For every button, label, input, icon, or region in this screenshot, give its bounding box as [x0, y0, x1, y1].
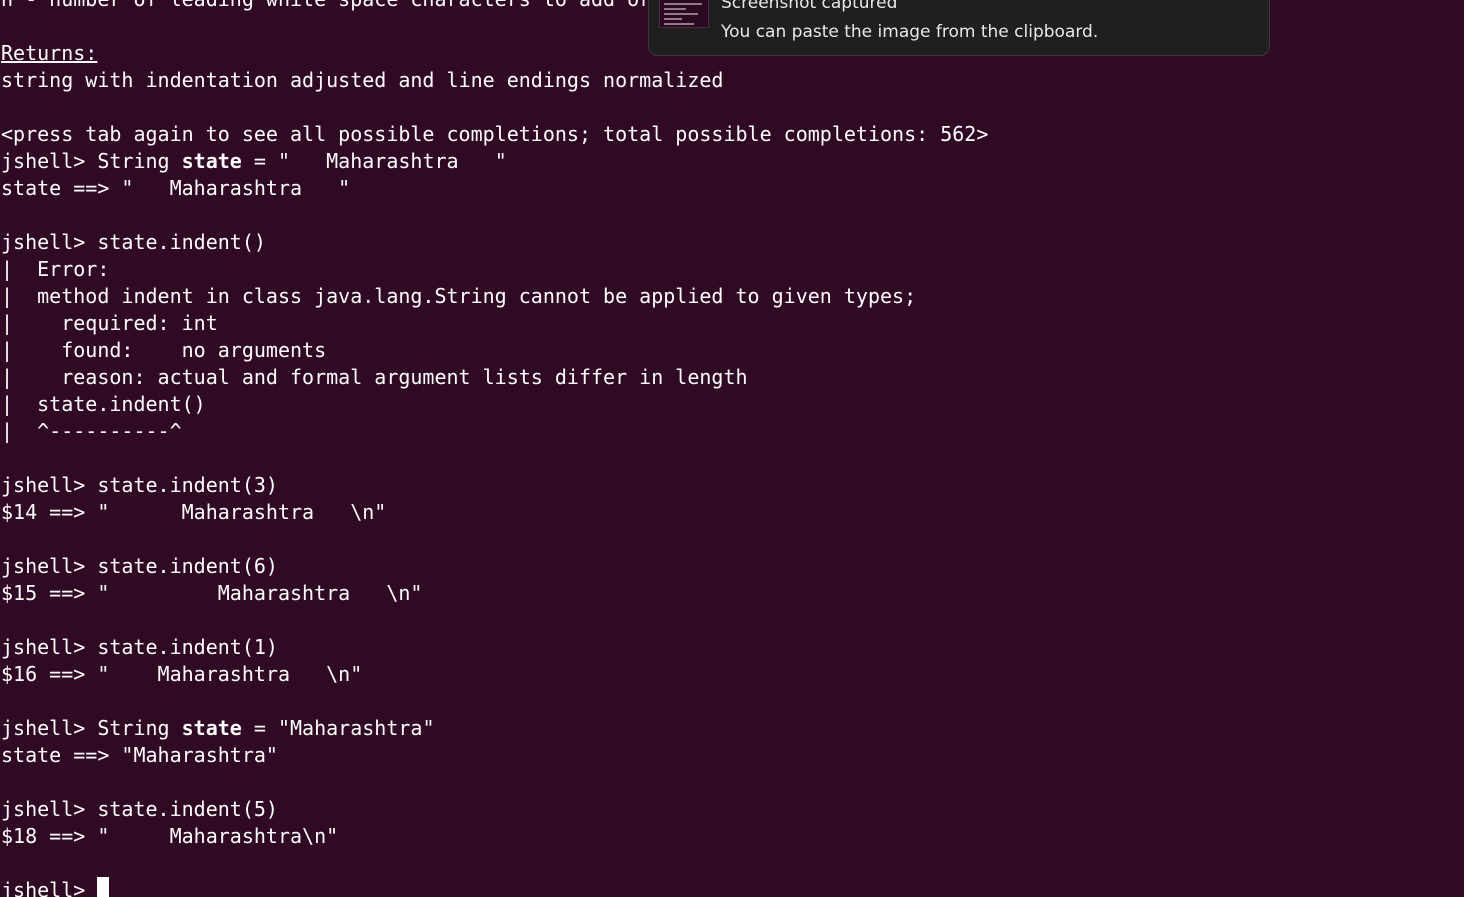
prompt-line: jshell> state.indent(5) [1, 796, 278, 823]
terminal-line: n - number of leading white space charac… [1, 0, 651, 13]
line-text: n - number of leading white space charac… [1, 0, 651, 11]
error-line: | Error: [1, 256, 109, 283]
notification-title: Screenshot captured [721, 0, 898, 13]
error-line: | state.indent() [1, 391, 206, 418]
line-text: jshell> state.indent(1) [1, 635, 278, 659]
notification-body: You can paste the image from the clipboa… [721, 22, 1099, 42]
line-text: Returns: [1, 41, 98, 65]
prompt-line: jshell> String state = " Maharashtra " [1, 149, 507, 173]
line-text: | ^----------^ [1, 419, 182, 443]
returns-heading: Returns: [1, 40, 97, 67]
error-line: | found: no arguments [1, 337, 326, 364]
line-text: jshell> [1, 878, 98, 897]
result-line: $16 ==> " Maharashtra \n" [1, 661, 362, 688]
line-text: jshell> state.indent() [1, 230, 266, 254]
line-text: | Error: [1, 257, 110, 281]
screenshot-notification[interactable]: Screenshot captured You can paste the im… [648, 0, 1270, 56]
line-text: $15 ==> " Maharashtra \n" [1, 581, 423, 605]
prompt-line: jshell> state.indent() [1, 229, 266, 256]
line-text: | reason: actual and formal argument lis… [1, 365, 748, 389]
bold-identifier: state [181, 149, 242, 173]
result-line: $15 ==> " Maharashtra \n" [1, 580, 422, 607]
result-line: state ==> "Maharashtra" [1, 742, 278, 769]
error-line: | required: int [1, 310, 218, 337]
prompt-line: jshell> String state = "Maharashtra" [1, 716, 435, 740]
line-text: $18 ==> " Maharashtra\n" [1, 824, 339, 848]
line-text: jshell> state.indent(3) [1, 473, 278, 497]
line-text: | found: no arguments [1, 338, 327, 362]
error-line: | method indent in class java.lang.Strin… [1, 283, 916, 310]
line-text: jshell> state.indent(6) [1, 554, 278, 578]
result-line: $18 ==> " Maharashtra\n" [1, 823, 338, 850]
prompt-line: jshell> state.indent(1) [1, 634, 278, 661]
line-text: | state.indent() [1, 392, 206, 416]
error-line: | ^----------^ [1, 418, 182, 445]
result-line: $14 ==> " Maharashtra \n" [1, 499, 386, 526]
bold-identifier: state [181, 716, 242, 740]
line-text: state ==> " Maharashtra " [1, 176, 351, 200]
error-line: | reason: actual and formal argument lis… [1, 364, 748, 391]
prompt-line: jshell> [1, 877, 110, 897]
prompt-line: jshell> state.indent(3) [1, 472, 278, 499]
line-text: string with indentation adjusted and lin… [1, 68, 724, 92]
prompt-line: jshell> state.indent(6) [1, 553, 278, 580]
terminal-line: string with indentation adjusted and lin… [1, 67, 723, 94]
line-text: <press tab again to see all possible com… [1, 122, 989, 146]
line-text: jshell> state.indent(5) [1, 797, 278, 821]
text-cursor[interactable] [97, 877, 110, 897]
line-text: | required: int [1, 311, 218, 335]
line-text: $16 ==> " Maharashtra \n" [1, 662, 363, 686]
line-text: state ==> "Maharashtra" [1, 743, 278, 767]
line-text: $14 ==> " Maharashtra \n" [1, 500, 387, 524]
result-line: state ==> " Maharashtra " [1, 175, 350, 202]
completion-hint: <press tab again to see all possible com… [1, 121, 988, 148]
line-text: | method indent in class java.lang.Strin… [1, 284, 917, 308]
screenshot-thumbnail-icon [659, 0, 709, 28]
terminal-window[interactable]: n - number of leading white space charac… [0, 0, 1464, 897]
